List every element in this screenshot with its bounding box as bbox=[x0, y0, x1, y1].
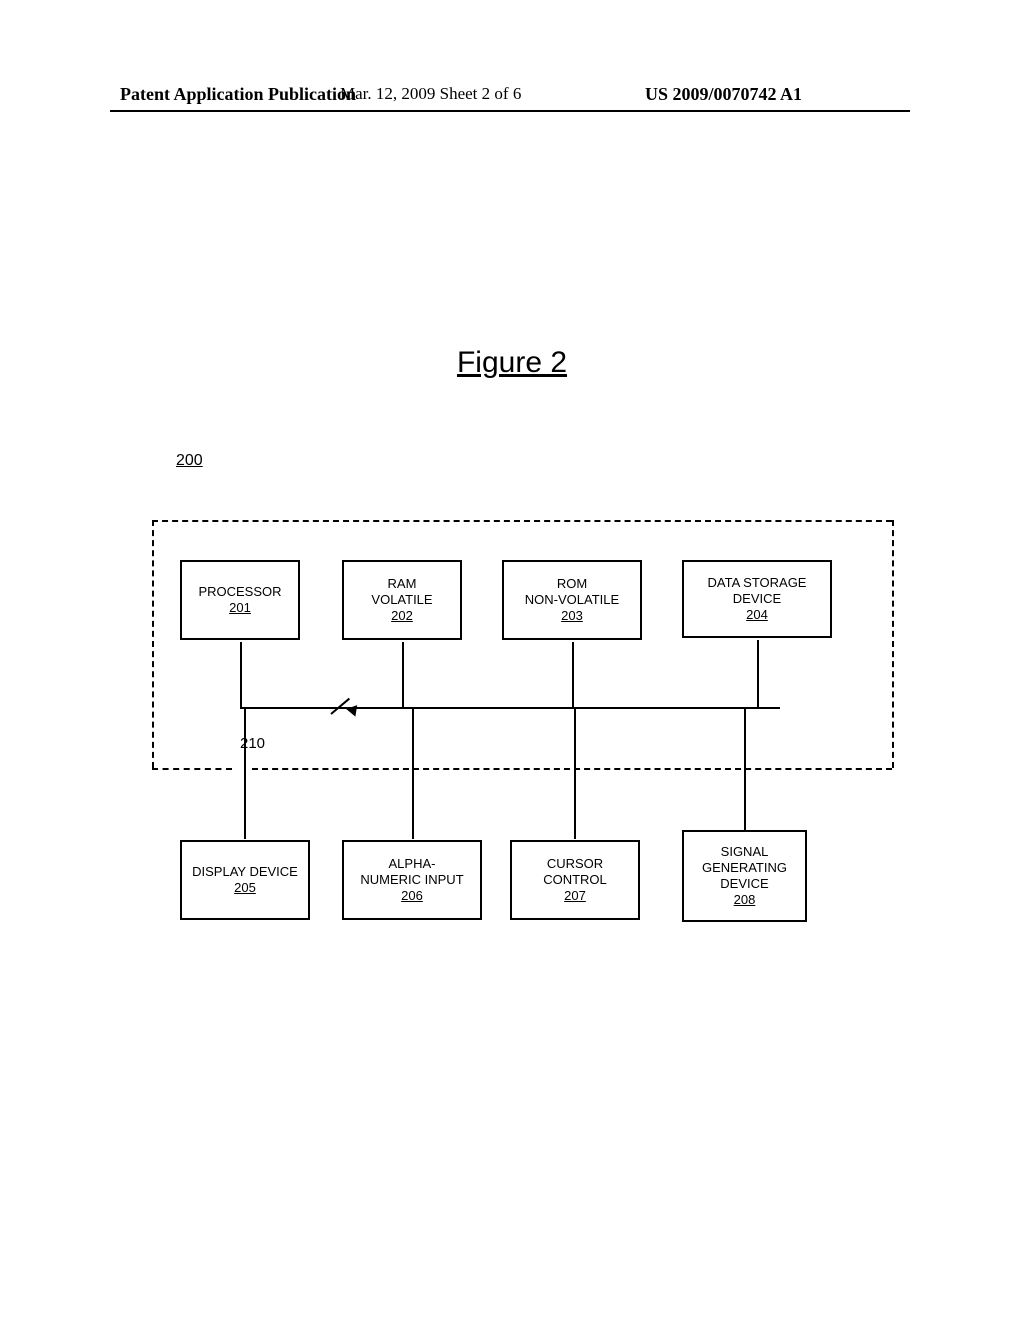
connector-rom bbox=[572, 642, 574, 707]
block-number: 203 bbox=[561, 608, 583, 624]
block-processor: PROCESSOR 201 bbox=[180, 560, 300, 640]
block-number: 204 bbox=[746, 607, 768, 623]
connector-alphanumeric-input bbox=[412, 707, 414, 839]
block-number: 208 bbox=[734, 892, 756, 908]
block-number: 206 bbox=[401, 888, 423, 904]
bus-arrow-icon bbox=[346, 701, 362, 716]
header-pub-number: US 2009/0070742 A1 bbox=[645, 84, 802, 105]
header-date-sheet: Mar. 12, 2009 Sheet 2 of 6 bbox=[340, 84, 521, 104]
block-cursor-control: CURSOR CONTROL 207 bbox=[510, 840, 640, 920]
block-label: CURSOR CONTROL bbox=[543, 856, 607, 889]
block-label: RAM VOLATILE bbox=[371, 576, 432, 609]
block-label: DATA STORAGE DEVICE bbox=[708, 575, 807, 608]
block-display-device: DISPLAY DEVICE 205 bbox=[180, 840, 310, 920]
dashed-border-left bbox=[152, 520, 154, 768]
header-rule bbox=[110, 110, 910, 112]
block-ram-volatile: RAM VOLATILE 202 bbox=[342, 560, 462, 640]
block-number: 202 bbox=[391, 608, 413, 624]
block-label: ROM NON-VOLATILE bbox=[525, 576, 619, 609]
block-diagram: 210 PROCESSOR 201 RAM VOLATILE 202 ROM N… bbox=[152, 520, 892, 940]
block-number: 205 bbox=[234, 880, 256, 896]
block-signal-generating-device: SIGNAL GENERATING DEVICE 208 bbox=[682, 830, 807, 922]
block-label: DISPLAY DEVICE bbox=[192, 864, 298, 880]
block-label: SIGNAL GENERATING DEVICE bbox=[702, 844, 787, 893]
connector-data-storage bbox=[757, 640, 759, 707]
dashed-border-top bbox=[152, 520, 892, 522]
connector-signal-device bbox=[744, 707, 746, 830]
connector-cursor-control bbox=[574, 707, 576, 839]
block-data-storage-device: DATA STORAGE DEVICE 204 bbox=[682, 560, 832, 638]
patent-page: Patent Application Publication Mar. 12, … bbox=[0, 0, 1024, 1320]
block-alphanumeric-input: ALPHA- NUMERIC INPUT 206 bbox=[342, 840, 482, 920]
header-publication: Patent Application Publication bbox=[120, 84, 356, 105]
dashed-border-bottom-right bbox=[252, 768, 892, 770]
figure-reference-number: 200 bbox=[176, 452, 203, 470]
dashed-border-bottom-left bbox=[152, 768, 232, 770]
connector-display bbox=[244, 707, 246, 839]
connector-processor bbox=[240, 642, 242, 707]
block-label: ALPHA- NUMERIC INPUT bbox=[360, 856, 463, 889]
dashed-border-right bbox=[892, 520, 894, 768]
bus-line bbox=[240, 707, 780, 709]
connector-ram bbox=[402, 642, 404, 707]
block-number: 207 bbox=[564, 888, 586, 904]
block-rom-nonvolatile: ROM NON-VOLATILE 203 bbox=[502, 560, 642, 640]
figure-title: Figure 2 bbox=[0, 346, 1024, 380]
block-label: PROCESSOR bbox=[198, 584, 281, 600]
block-number: 201 bbox=[229, 600, 251, 616]
